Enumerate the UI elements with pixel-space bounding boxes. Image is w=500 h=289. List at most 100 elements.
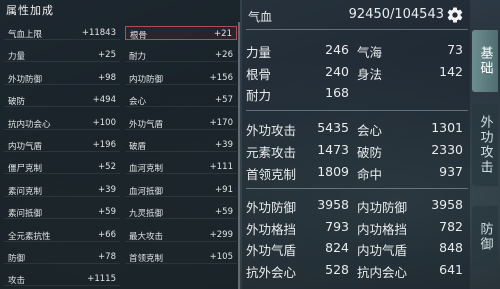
tab-basic[interactable]: 基础	[472, 30, 498, 92]
stat-name: 会心	[357, 123, 383, 138]
attribute-row: 外功防御 +98	[4, 71, 120, 85]
scrollbar[interactable]	[238, 22, 240, 289]
stat-value: 73	[447, 42, 463, 57]
stat-value: 3958	[431, 197, 463, 212]
hp-label: 气血	[248, 10, 273, 24]
attribute-value: +105	[209, 252, 233, 262]
attribute-name: 攻击	[8, 276, 26, 287]
tab-external-attack[interactable]: 外功攻击	[472, 104, 498, 186]
attribute-name: 外功防御	[8, 74, 43, 85]
attribute-row: 九灵抵御 +59	[125, 205, 237, 220]
attribute-name: 素问克制	[8, 186, 43, 197]
attribute-name: 血河抵御	[129, 186, 164, 197]
stat-value: 641	[439, 261, 463, 277]
attribute-row: 耐力 +26	[125, 48, 237, 63]
attribute-value: +11843	[81, 28, 116, 38]
attribute-row: 力量 +25	[4, 48, 120, 63]
hp-value: 92450/104543	[348, 7, 444, 22]
divider	[246, 29, 468, 30]
tab-defense[interactable]: 防御	[472, 206, 498, 268]
stat-value: 528	[325, 261, 349, 277]
attribute-value: +25	[98, 50, 116, 61]
attribute-name: 九灵抵御	[129, 209, 164, 220]
divider	[246, 188, 468, 189]
attribute-name: 会心	[129, 97, 147, 108]
stat-value: 2330	[431, 142, 463, 157]
stat-name: 内功格挡	[357, 221, 408, 237]
attribute-row: 攻击 +1115	[4, 272, 120, 287]
attribute-name: 破防	[8, 97, 26, 108]
attribute-row: 僵尸克制 +52	[4, 160, 120, 175]
attribute-value: +170	[209, 117, 233, 128]
attribute-row: 会心 +57	[125, 93, 237, 108]
stat-value: 937	[439, 164, 463, 179]
attribute-row: 最大攻击 +299	[125, 228, 237, 242]
attribute-value: +57	[215, 95, 233, 106]
attribute-value: +494	[92, 95, 116, 106]
stat-value: 1473	[317, 142, 349, 157]
attribute-name: 全元素抗性	[8, 231, 51, 242]
attribute-name: 僵尸克制	[8, 164, 43, 175]
stat-value: 1301	[431, 120, 463, 135]
attribute-value: +39	[98, 184, 116, 195]
attribute-value: +59	[215, 207, 233, 218]
attribute-row: 破防 +494	[4, 93, 120, 108]
attribute-row: 全元素抗性 +66	[4, 228, 120, 242]
stat-value: 848	[439, 240, 463, 255]
stat-name: 根骨	[246, 67, 272, 82]
attribute-row: 破盾 +39	[125, 138, 237, 152]
attribute-row: 抗内功会心 +100	[4, 116, 120, 130]
attribute-name: 气血上限	[8, 30, 43, 40]
attribute-name: 素问抵御	[8, 209, 43, 220]
attribute-name: 内功气盾	[8, 142, 43, 152]
attribute-name: 力量	[8, 52, 26, 63]
stat-name: 气海	[357, 45, 383, 60]
stat-value: 793	[325, 218, 349, 234]
attribute-row: 素问抵御 +59	[4, 205, 120, 220]
stat-name: 破防	[357, 145, 383, 160]
attribute-value: +1115	[87, 274, 116, 285]
attribute-name: 首领克制	[129, 254, 164, 264]
stat-value: 782	[439, 218, 463, 234]
attribute-row: 气血上限 +11843	[4, 26, 120, 40]
attribute-value: +100	[92, 117, 116, 128]
attribute-name: 耐力	[129, 52, 147, 63]
panel-title: 属性加成	[6, 4, 54, 17]
attribute-name: 抗内功会心	[8, 119, 51, 130]
stat-name: 耐力	[246, 88, 272, 103]
attribute-row: 内功气盾 +196	[4, 138, 120, 152]
stat-name: 内功防御	[357, 200, 408, 215]
attribute-row: 外功气盾 +170	[125, 116, 237, 130]
attribute-value: +59	[98, 207, 116, 218]
attribute-value: +39	[215, 140, 233, 150]
gear-icon[interactable]	[446, 6, 464, 24]
attribute-value: +66	[98, 229, 116, 240]
attribute-value: +52	[98, 162, 116, 173]
stat-name: 力量	[246, 45, 272, 60]
stat-name: 命中	[357, 167, 383, 182]
stat-value: 3958	[317, 197, 349, 212]
attribute-name: 血河克制	[129, 164, 164, 175]
attribute-name: 外功气盾	[129, 119, 164, 130]
attribute-value: +196	[92, 140, 116, 150]
attribute-row: 根骨 +21	[125, 26, 237, 41]
attribute-value: +91	[215, 184, 233, 195]
attribute-name: 根骨	[130, 31, 148, 41]
stat-value: 168	[325, 85, 349, 100]
attribute-name: 防御	[8, 254, 26, 264]
attribute-value: +156	[209, 72, 233, 83]
attribute-value: +111	[209, 162, 233, 173]
stat-value: 240	[325, 64, 349, 79]
attribute-name: 破盾	[129, 142, 147, 152]
attribute-row: 内功防御 +156	[125, 71, 237, 85]
attribute-row: 首领克制 +105	[125, 250, 237, 264]
stat-name: 内功气盾	[357, 243, 408, 258]
stat-value: 142	[439, 64, 463, 79]
stat-value: 5435	[317, 120, 349, 135]
attribute-row: 防御 +78	[4, 250, 120, 264]
divider	[246, 110, 468, 111]
stat-value: 824	[325, 240, 349, 255]
stat-value: 246	[325, 42, 349, 57]
stat-name: 身法	[357, 67, 383, 82]
attribute-value: +78	[98, 252, 116, 262]
